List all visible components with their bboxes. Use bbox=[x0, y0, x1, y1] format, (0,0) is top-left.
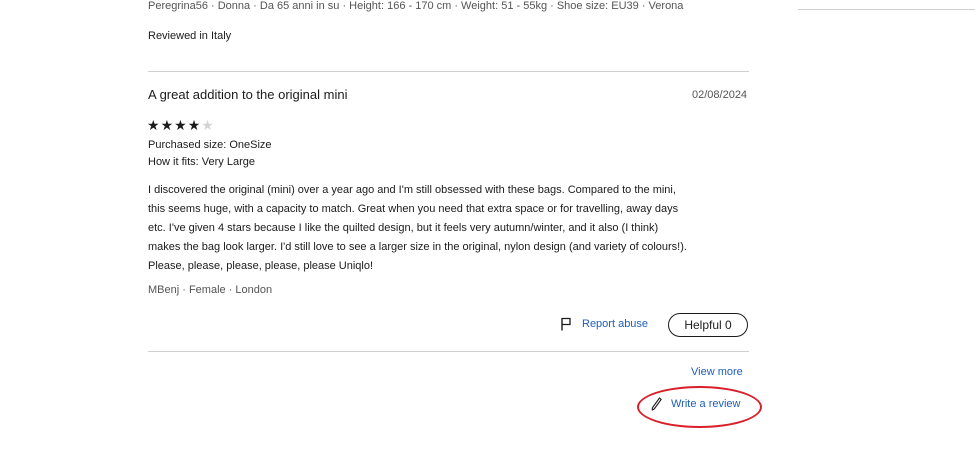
review-body-line: this seems huge, with a capacity to matc… bbox=[148, 203, 679, 215]
review-divider-top bbox=[148, 71, 749, 72]
review-title: A great addition to the original mini bbox=[148, 87, 348, 102]
review-body: I discovered the original (mini) over a … bbox=[148, 181, 687, 276]
star-filled-icon: ★ bbox=[147, 117, 161, 133]
purchased-size: Purchased size: OneSize bbox=[148, 139, 272, 151]
highlight-circle-annotation bbox=[637, 386, 762, 428]
star-rating: ★★★★★ bbox=[147, 117, 215, 134]
reviewer-meta: MBenj · Female · London bbox=[148, 284, 273, 296]
star-filled-icon: ★ bbox=[187, 117, 202, 133]
review-body-line: etc. I've given 4 stars because I like t… bbox=[148, 222, 659, 234]
previous-reviewer-meta: Peregrina56 · Donna · Da 65 anni in su ·… bbox=[148, 0, 684, 12]
review-body-line: makes the bag look larger. I'd still lov… bbox=[148, 241, 687, 253]
flag-icon bbox=[560, 317, 572, 331]
side-panel-divider bbox=[798, 9, 975, 10]
review-body-line: I discovered the original (mini) over a … bbox=[148, 184, 676, 196]
review-date: 02/08/2024 bbox=[692, 89, 748, 101]
how-it-fits: How it fits: Very Large bbox=[148, 156, 255, 168]
review-divider-bottom bbox=[148, 351, 749, 352]
star-empty-icon: ★ bbox=[201, 117, 215, 133]
view-more-link[interactable]: View more bbox=[691, 366, 743, 378]
star-filled-icon: ★ bbox=[160, 117, 175, 133]
review-body-line: Please, please, please, please, please U… bbox=[148, 260, 374, 272]
star-filled-icon: ★ bbox=[174, 117, 188, 133]
reviewed-in-label: Reviewed in Italy bbox=[148, 30, 232, 42]
helpful-button[interactable]: Helpful 0 bbox=[668, 313, 748, 337]
report-abuse-button[interactable]: Report abuse bbox=[560, 317, 648, 331]
report-abuse-label[interactable]: Report abuse bbox=[582, 318, 648, 330]
